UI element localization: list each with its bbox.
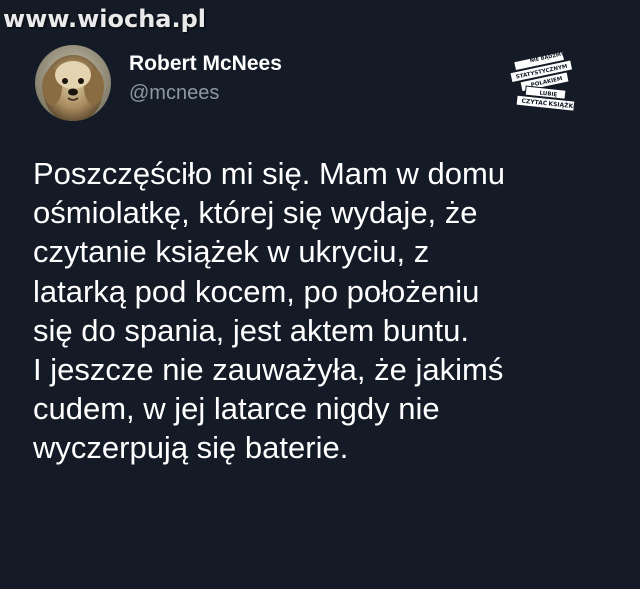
tweet-line: I jeszcze nie zauważyła, że jakimś (33, 352, 504, 388)
tweet-line: latarką pod kocem, po położeniu (33, 273, 480, 309)
tweet-line: się do spania, jest aktem buntu. (33, 312, 469, 348)
book-stack-icon: NIE BĄDŹMY STATYSTYCZNYM POLAKIEM LUBIĘ … (509, 49, 576, 112)
author-handle[interactable]: @mcnees (129, 82, 219, 105)
avatar[interactable] (35, 45, 111, 121)
dog-avatar-image (35, 45, 111, 121)
author-name[interactable]: Robert McNees (129, 52, 282, 76)
tweet-line: ośmiolatkę, której się wydaje, że (33, 195, 478, 231)
tweet-line: Poszczęściło mi się. Mam w domu (33, 156, 506, 191)
reading-badge-logo: NIE BĄDŹMY STATYSTYCZNYM POLAKIEM LUBIĘ … (505, 48, 583, 120)
tweet-text: Poszczęściło mi się. Mam w domu ośmiolat… (33, 154, 623, 468)
tweet-line: cudem, w jej latarce nigdy nie (33, 391, 440, 427)
tweet-line: czytanie książek w ukryciu, z (33, 234, 430, 270)
watermark: www.wiocha.pl (3, 5, 207, 33)
tweet-line: wyczerpują się baterie. (33, 430, 349, 466)
